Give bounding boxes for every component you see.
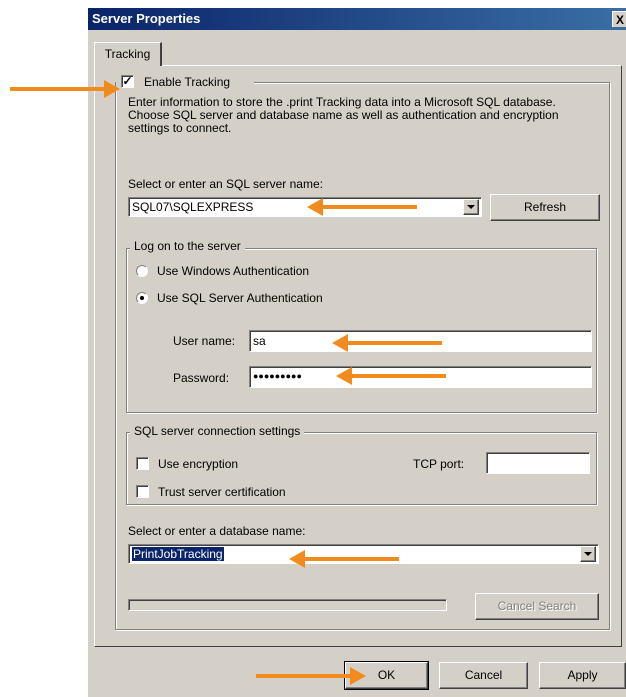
use-encryption-label: Use encryption (158, 457, 239, 471)
database-label: Select or enter a database name: (128, 524, 306, 538)
enable-tracking-label: Enable Tracking (144, 75, 231, 89)
cancel-search-button[interactable]: Cancel Search (475, 593, 599, 620)
server-name-label: Select or enter an SQL server name: (128, 177, 323, 191)
logon-legend: Log on to the server (130, 239, 245, 253)
database-value: PrintJobTracking (132, 547, 224, 561)
connection-settings-legend: SQL server connection settings (130, 424, 305, 438)
close-button[interactable]: X (612, 11, 626, 27)
tcp-port-label: TCP port: (413, 457, 465, 471)
server-name-dropdown-button[interactable] (463, 199, 479, 215)
tcp-port-field[interactable] (486, 452, 590, 474)
check-icon: ✓ (122, 74, 133, 88)
windows-auth-radio[interactable] (136, 265, 148, 277)
sql-auth-radio[interactable] (136, 292, 148, 304)
use-encryption-checkbox[interactable] (136, 457, 149, 470)
username-label: User name: (173, 334, 236, 348)
password-mask: ●●●●●●●●● (253, 371, 302, 381)
sql-auth-label: Use SQL Server Authentication (157, 291, 323, 305)
search-progress-bar (128, 599, 447, 611)
windows-auth-label: Use Windows Authentication (157, 264, 310, 278)
tracking-description: Enter information to store the .print Tr… (128, 95, 559, 135)
chevron-down-icon (467, 205, 475, 209)
database-combo[interactable]: PrintJobTracking (128, 544, 599, 564)
server-name-value: SQL07\SQLEXPRESS (132, 200, 254, 214)
database-dropdown-button[interactable] (580, 546, 596, 562)
server-name-combo[interactable]: SQL07\SQLEXPRESS (128, 197, 482, 217)
tab-tracking[interactable]: Tracking (94, 42, 162, 66)
refresh-button[interactable]: Refresh (490, 194, 600, 221)
password-label: Password: (173, 371, 230, 385)
apply-button[interactable]: Apply (539, 662, 626, 689)
trust-cert-checkbox[interactable] (136, 485, 149, 498)
enable-tracking-checkbox[interactable]: ✓ (121, 75, 134, 88)
chevron-down-icon (584, 552, 592, 556)
trust-cert-label: Trust server certification (158, 485, 286, 499)
cancel-button[interactable]: Cancel (439, 662, 528, 689)
username-value: sa (253, 334, 266, 348)
radio-selected-dot (140, 296, 144, 300)
window-title: Server Properties (92, 11, 201, 26)
